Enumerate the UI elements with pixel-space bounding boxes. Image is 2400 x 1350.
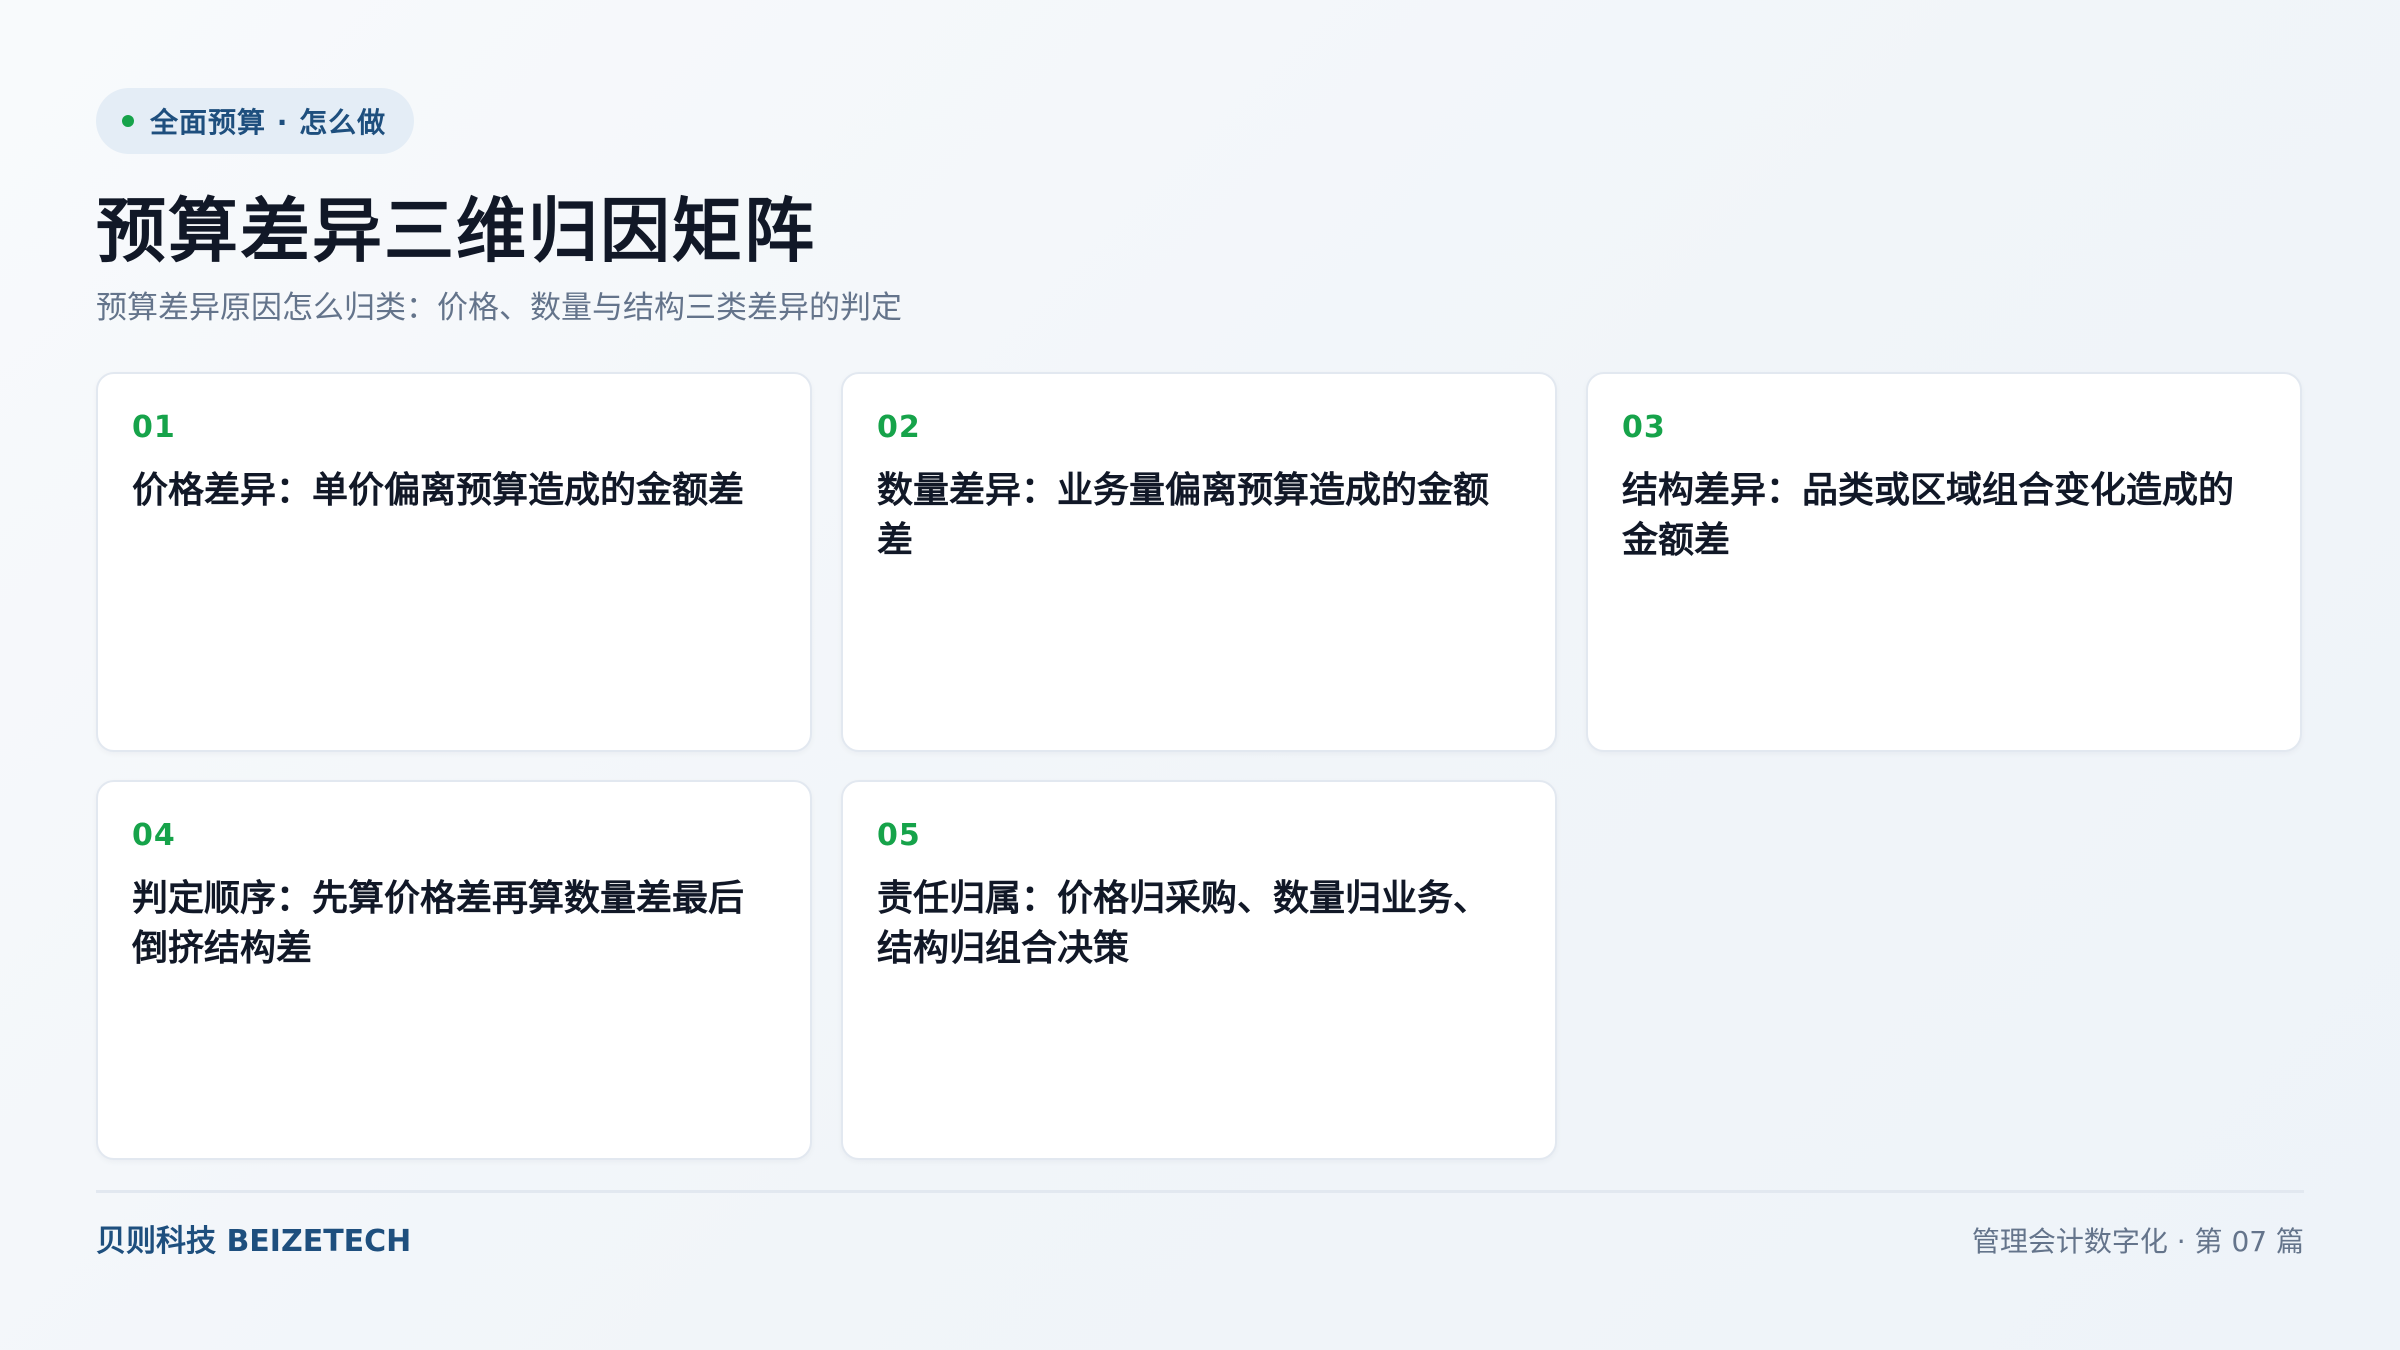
card-05: 05 责任归属：价格归采购、数量归业务、结构归组合决策 [841, 780, 1557, 1160]
series-label: 管理会计数字化 · 第 07 篇 [1971, 1225, 2304, 1258]
card-number: 03 [1622, 410, 1666, 445]
card-text: 数量差异：业务量偏离预算造成的金额差 [877, 470, 1490, 561]
brand-name: 贝则科技 BEIZETECH [96, 1224, 412, 1259]
card-04: 04 判定顺序：先算价格差再算数量差最后倒挤结构差 [96, 780, 812, 1160]
card-text: 判定顺序：先算价格差再算数量差最后倒挤结构差 [132, 878, 745, 969]
card-text: 价格差异：单价偏离预算造成的金额差 [132, 470, 745, 511]
card-number: 05 [877, 818, 921, 853]
card-number: 01 [132, 410, 176, 445]
card-03: 03 结构差异：品类或区域组合变化造成的金额差 [1586, 372, 2302, 752]
footer-divider [96, 1190, 2304, 1193]
card-text: 责任归属：价格归采购、数量归业务、结构归组合决策 [877, 878, 1490, 969]
card-text: 结构差异：品类或区域组合变化造成的金额差 [1622, 470, 2235, 561]
page-subtitle: 预算差异原因怎么归类：价格、数量与结构三类差异的判定 [96, 290, 902, 326]
category-tag: 全面预算 · 怎么做 [96, 88, 415, 154]
card-number: 02 [877, 410, 921, 445]
page-title: 预算差异三维归因矩阵 [96, 190, 816, 272]
status-dot-icon [122, 115, 134, 127]
card-number: 04 [132, 818, 176, 853]
card-02: 02 数量差异：业务量偏离预算造成的金额差 [841, 372, 1557, 752]
card-01: 01 价格差异：单价偏离预算造成的金额差 [96, 372, 812, 752]
category-tag-label: 全面预算 · 怎么做 [150, 106, 387, 139]
